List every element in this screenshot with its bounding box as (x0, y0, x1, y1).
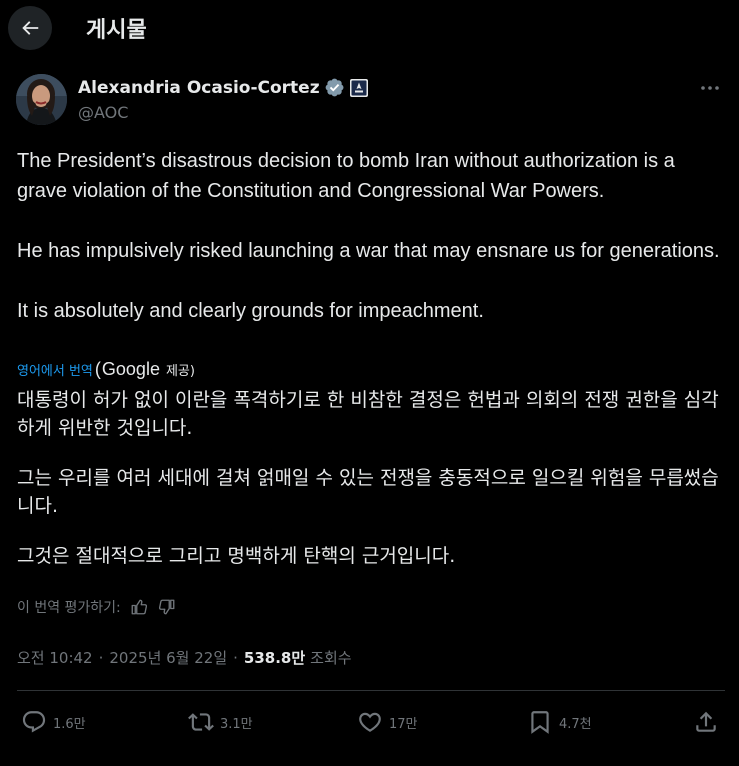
post-time[interactable]: 오전 10:42 (17, 647, 93, 668)
tweet-text: The President’s disastrous decision to b… (17, 146, 727, 326)
more-horizontal-icon (701, 86, 719, 90)
page-title: 게시물 (86, 18, 147, 43)
top-bar: 게시물 (0, 0, 739, 56)
tweet-paragraph: He has impulsively risked launching a wa… (17, 240, 720, 262)
translated-paragraph: 그는 우리를 여러 세대에 걸쳐 얽매일 수 있는 전쟁을 충동적으로 일으킬 … (17, 467, 719, 517)
divider (17, 690, 725, 691)
thumbs-up-button[interactable] (129, 597, 149, 617)
reply-count: 1.6만 (53, 716, 86, 732)
avatar-image (16, 74, 67, 125)
like-count: 17만 (389, 716, 418, 732)
translated-from-link[interactable]: 영어에서 번역 (17, 360, 93, 379)
arrow-left-icon (22, 21, 39, 35)
name-line: Alexandria Ocasio-Cortez (78, 77, 369, 98)
translation-attribution: 영어에서 번역 ( Google 제공) (17, 359, 195, 380)
bookmark-button[interactable]: 4.7천 (527, 705, 592, 739)
like-button[interactable]: 17만 (357, 705, 418, 739)
more-options-button[interactable] (697, 80, 723, 96)
meta-separator: · (98, 649, 104, 667)
translated-paragraph: 대통령이 허가 없이 이란을 폭격하기로 한 비참한 결정은 헌법과 의회의 전… (17, 389, 719, 439)
reply-icon (22, 711, 46, 733)
meta-separator: · (233, 649, 238, 667)
display-name[interactable]: Alexandria Ocasio-Cortez (78, 78, 320, 98)
back-button[interactable] (8, 6, 52, 50)
share-icon (696, 711, 716, 732)
views-count: 538.8만 (243, 649, 306, 667)
repost-count: 3.1만 (220, 716, 253, 732)
verified-badge-icon[interactable] (324, 77, 345, 98)
post-date[interactable]: 2025년 6월 22일 (109, 647, 227, 668)
bookmark-icon (531, 711, 549, 734)
reply-button[interactable]: 1.6만 (21, 705, 86, 739)
views-label: 조회수 (310, 649, 352, 667)
author-row: Alexandria Ocasio-Cortez @AOC (16, 74, 723, 128)
share-button[interactable] (693, 705, 719, 739)
translated-text: 대통령이 허가 없이 이란을 폭격하기로 한 비참한 결정은 헌법과 의회의 전… (17, 386, 729, 570)
tweet-paragraph: It is absolutely and clearly grounds for… (17, 300, 484, 322)
google-paren: ( (94, 359, 101, 379)
thumbs-down-icon (158, 599, 175, 615)
heart-icon (359, 712, 381, 732)
repost-button[interactable]: 3.1만 (188, 705, 253, 739)
google-logo-text: Google (101, 359, 160, 379)
avatar[interactable] (16, 74, 67, 125)
user-handle[interactable]: @AOC (78, 103, 128, 122)
rate-translation-label: 이 번역 평가하기: (17, 600, 121, 616)
bookmark-count: 4.7천 (559, 716, 592, 732)
rate-translation-row: 이 번역 평가하기: (17, 597, 177, 617)
government-affiliation-icon[interactable] (349, 78, 369, 98)
tweet-paragraph: The President’s disastrous decision to b… (17, 150, 675, 202)
action-bar: 1.6만 3.1만 17만 4.7천 (17, 705, 725, 739)
provided-label: 제공) (165, 364, 195, 379)
thumbs-up-icon (131, 599, 147, 615)
post-meta: 오전 10:42 · 2025년 6월 22일 · 538.8만 조회수 (17, 647, 352, 668)
translated-paragraph: 그것은 절대적으로 그리고 명백하게 탄핵의 근거입니다. (17, 545, 456, 567)
repost-icon (188, 713, 214, 731)
thumbs-down-button[interactable] (157, 597, 177, 617)
